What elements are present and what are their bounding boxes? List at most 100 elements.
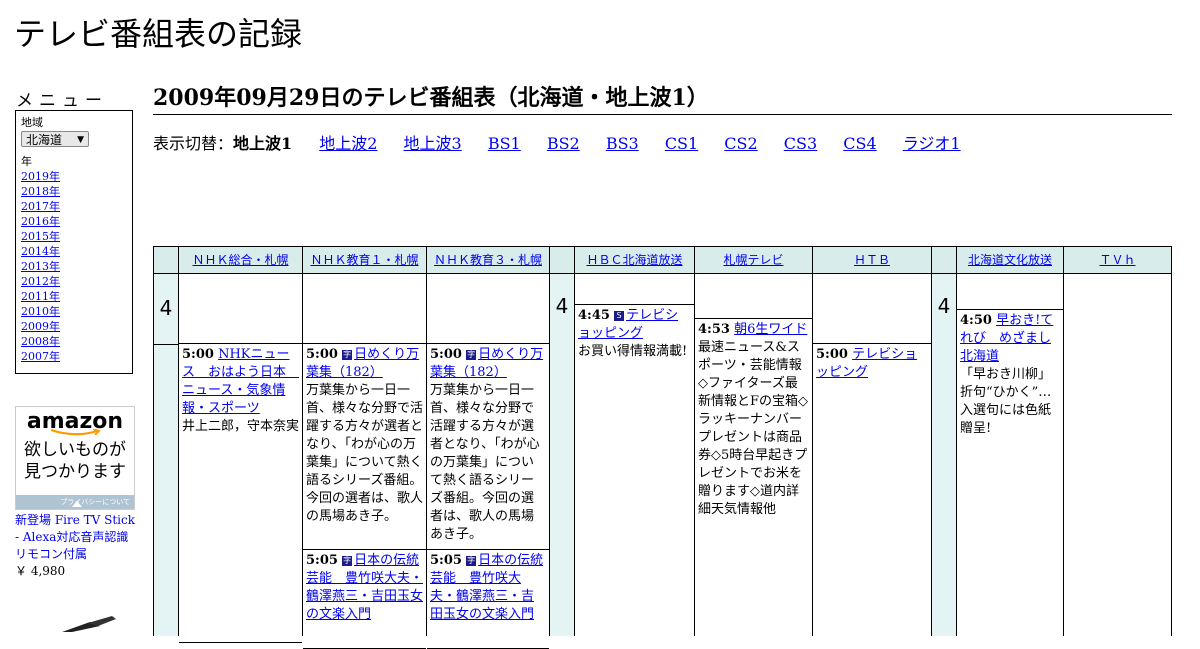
program-desc: お買い得情報満載!	[578, 344, 688, 359]
channel-header: 札幌テレビ	[695, 246, 812, 274]
program-cell-empty	[813, 274, 931, 344]
year-link-2011[interactable]: 2011年	[21, 290, 60, 303]
program-desc: 万葉集から一日一首、様々な分野で活躍する方々が選者となり、「わが心の万葉集」につ…	[430, 383, 540, 542]
channel-header: ＨＴＢ	[813, 246, 931, 274]
view-current: 地上波1	[233, 134, 293, 153]
channel-link-nhk-e3[interactable]: ＮＨＫ教育３・札幌	[434, 253, 542, 267]
channel-header: ＮＨＫ総合・札幌	[179, 246, 302, 274]
program-time: 5:00	[430, 347, 462, 362]
ad-privacy-bar[interactable]: プライバシーについて	[16, 495, 134, 509]
program-cell-empty	[695, 274, 812, 319]
hour-label: 4	[550, 274, 574, 316]
ad-tagline-line2: 見つかります	[24, 462, 126, 482]
program-time: 5:00	[182, 347, 214, 362]
channel-header: ＮＨＫ教育１・札幌	[303, 246, 426, 274]
year-link-2015[interactable]: 2015年	[21, 230, 60, 243]
program-cell-empty	[303, 274, 426, 344]
program-desc: 井上二郎，守本奈実	[182, 419, 300, 434]
program-desc: 万葉集から一日一首、様々な分野で活躍する方々が選者となり、「わが心の万葉集」につ…	[306, 383, 424, 524]
view-link-bs3[interactable]: BS3	[606, 134, 639, 153]
channel-link-htb[interactable]: ＨＴＢ	[854, 253, 890, 267]
view-link-cs2[interactable]: CS2	[724, 134, 757, 153]
view-link-cs1[interactable]: CS1	[665, 134, 698, 153]
hour-column: 4	[153, 246, 179, 636]
program-cell: 5:00 テレビショッピング	[813, 343, 931, 643]
channel-column-nhk-e3: ＮＨＫ教育３・札幌 5:00 字日めくり万葉集（182） 万葉集から一日一首、様…	[426, 246, 550, 649]
view-link-cs3[interactable]: CS3	[784, 134, 817, 153]
channel-link-tvh[interactable]: ＴＶｈ	[1099, 253, 1135, 267]
year-link-2009[interactable]: 2009年	[21, 320, 60, 333]
program-time: 4:45	[578, 308, 610, 323]
program-cell-empty	[575, 274, 694, 305]
hour-column-header	[550, 246, 574, 274]
view-switch-label: 表示切替：	[153, 134, 234, 153]
caret-up-icon	[72, 501, 82, 507]
year-link-2008[interactable]: 2008年	[21, 335, 60, 348]
channel-column-uhb: 北海道文化放送 4:50 早おき!てれび めざまし北海道 「早おき川柳」折句“ひ…	[956, 246, 1064, 636]
subtitle-icon: 字	[466, 350, 477, 360]
channel-column-hbc: ＨＢＣ北海道放送 4:45 S テレビショッピング お買い得情報満載!	[574, 246, 695, 636]
channel-header: ＴＶｈ	[1064, 246, 1171, 274]
channel-header: ＨＢＣ北海道放送	[575, 246, 694, 274]
channel-link-uhb[interactable]: 北海道文化放送	[968, 253, 1052, 267]
view-switch: 表示切替：地上波1 地上波2 地上波3 BS1 BS2 BS3 CS1 CS2 …	[153, 134, 982, 154]
channel-column-tvh: ＴＶｈ	[1063, 246, 1172, 636]
program-cell-empty	[427, 274, 549, 344]
subtitle-icon: 字	[342, 350, 353, 360]
program-time: 5:05	[306, 553, 338, 568]
program-time: 4:53	[698, 322, 730, 337]
program-time: 5:00	[816, 347, 848, 362]
subtitle-icon: 字	[342, 556, 353, 566]
channel-link-hbc[interactable]: ＨＢＣ北海道放送	[586, 253, 682, 267]
view-link-cs4[interactable]: CS4	[843, 134, 876, 153]
program-title-link[interactable]: 朝6生ワイド	[734, 322, 807, 337]
channel-link-nhk-sogo[interactable]: ＮＨＫ総合・札幌	[192, 253, 288, 267]
year-link-2010[interactable]: 2010年	[21, 305, 60, 318]
channel-column-nhk-e1: ＮＨＫ教育１・札幌 5:00 字日めくり万葉集（182） 万葉集から一日一首、様…	[302, 246, 427, 649]
year-link-2013[interactable]: 2013年	[21, 260, 60, 273]
hour-column-header	[932, 246, 956, 274]
view-link-chijou2[interactable]: 地上波2	[319, 134, 377, 153]
ad-price: ￥ 4,980	[15, 564, 66, 578]
program-cell: 5:00 NHKニュース おはよう日本 ニュース・気象情報・スポーツ 井上二郎，…	[179, 343, 302, 643]
page-heading: 2009年09月29日のテレビ番組表（北海道・地上波1）	[153, 84, 1172, 115]
year-link-2017[interactable]: 2017年	[21, 200, 60, 213]
year-link-2012[interactable]: 2012年	[21, 275, 60, 288]
hour-label: 4	[932, 274, 956, 316]
channel-header: ＮＨＫ教育３・札幌	[427, 246, 549, 274]
program-time: 5:05	[430, 553, 462, 568]
program-desc: 「早おき川柳」折句“ひかく”…入選句には色紙贈呈!	[960, 367, 1052, 436]
view-link-bs2[interactable]: BS2	[547, 134, 580, 153]
menu-heading: メニュー	[16, 91, 108, 111]
region-select[interactable]: 北海道 ▼	[21, 131, 89, 147]
channel-link-nhk-e1[interactable]: ＮＨＫ教育１・札幌	[310, 253, 418, 267]
hour-column: 4	[931, 246, 957, 636]
hour-column: 4	[549, 246, 575, 636]
program-time: 4:50	[960, 313, 992, 328]
channel-column-nhk-sogo: ＮＨＫ総合・札幌 5:00 NHKニュース おはよう日本 ニュース・気象情報・ス…	[178, 246, 303, 643]
program-cell: 4:50 早おき!てれび めざまし北海道 「早おき川柳」折句“ひかく”…入選句に…	[957, 309, 1063, 649]
chevron-down-icon: ▼	[77, 135, 84, 145]
amazon-ad-banner[interactable]: amazon 欲しいものが 見つかります プライバシーについて	[15, 406, 135, 510]
view-link-radio1[interactable]: ラジオ1	[903, 134, 961, 153]
program-cell-empty	[179, 274, 302, 344]
ad-product-link[interactable]: 新登場 Fire TV Stick - Alexa対応音声認識リモコン付属	[15, 512, 140, 563]
channel-link-stv[interactable]: 札幌テレビ	[723, 253, 783, 267]
stereo-icon: S	[614, 311, 625, 321]
program-cell: 4:53 朝6生ワイド 最速ニュース&スポーツ・芸能情報◇ファイターズ最新情報と…	[695, 318, 812, 648]
year-link-2018[interactable]: 2018年	[21, 185, 60, 198]
channel-column-htb: ＨＴＢ 5:00 テレビショッピング	[812, 246, 932, 636]
subtitle-icon: 字	[466, 556, 477, 566]
ad-privacy-text: プライバシーについて	[60, 498, 130, 506]
year-link-2014[interactable]: 2014年	[21, 245, 60, 258]
view-link-bs1[interactable]: BS1	[488, 134, 521, 153]
year-label: 年	[21, 155, 32, 168]
year-link-2007[interactable]: 2007年	[21, 350, 60, 363]
view-link-chijou3[interactable]: 地上波3	[404, 134, 462, 153]
program-cell: 5:00 字日めくり万葉集（182） 万葉集から一日一首、様々な分野で活躍する方…	[427, 343, 549, 550]
year-link-2016[interactable]: 2016年	[21, 215, 60, 228]
program-cell: 5:05 字日本の伝統芸能 豊竹咲大夫・鶴澤燕三・吉田玉女の文楽入門	[303, 549, 426, 649]
program-cell-empty	[957, 274, 1063, 310]
hour-label: 4	[154, 274, 178, 345]
year-link-2019[interactable]: 2019年	[21, 170, 60, 183]
